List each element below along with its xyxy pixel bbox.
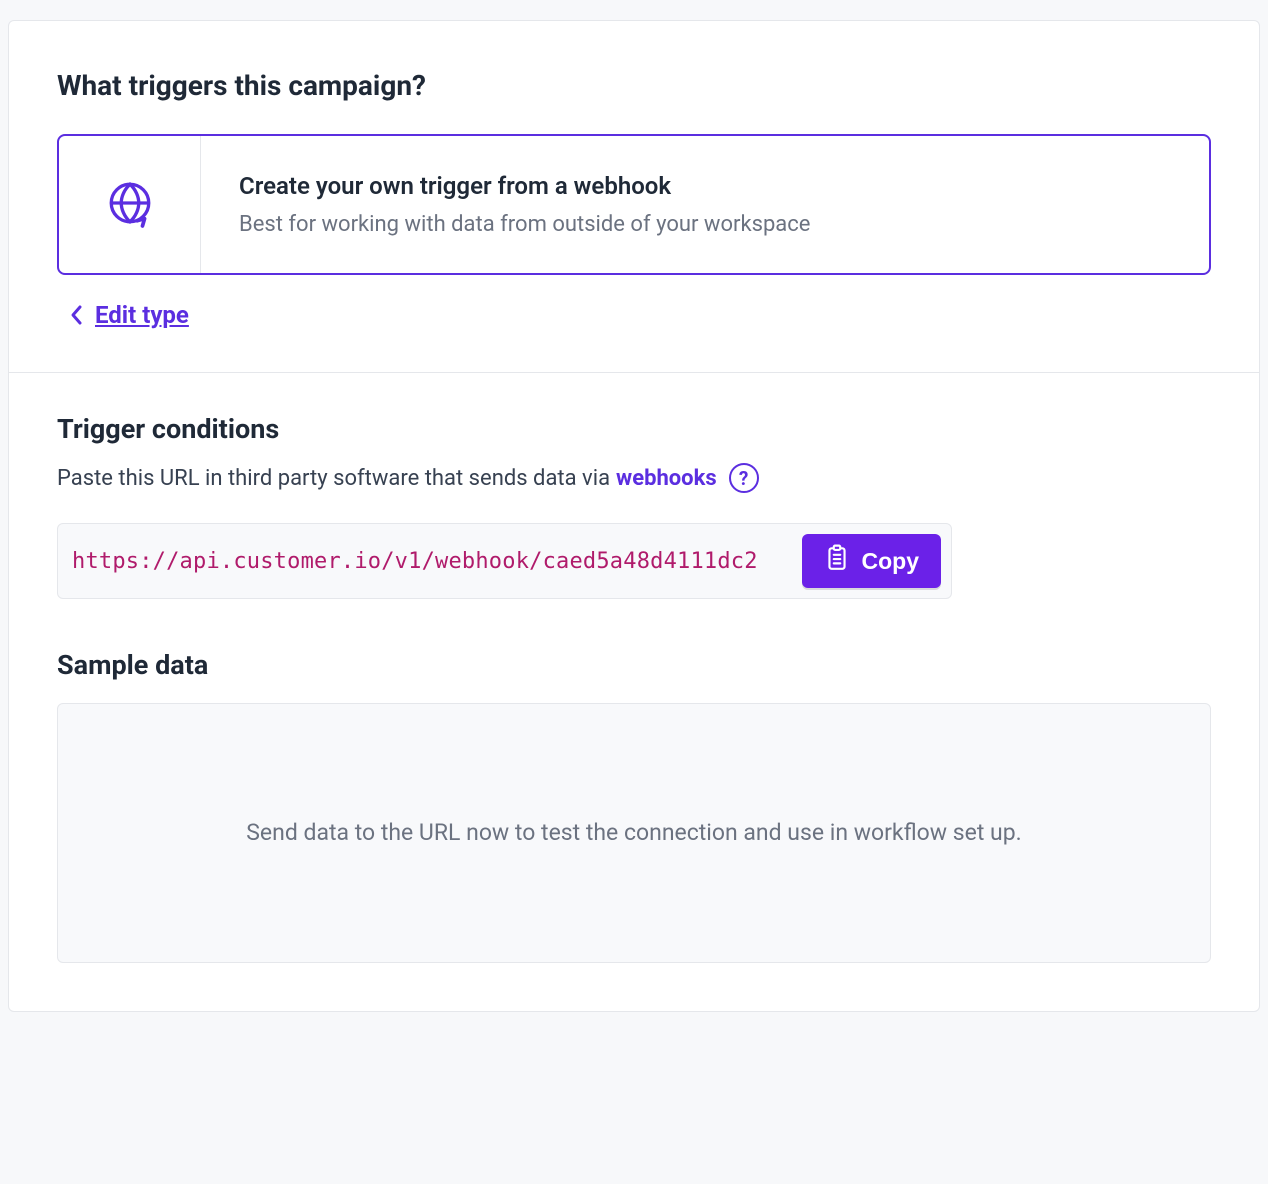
globe-webhook-icon xyxy=(105,178,155,232)
trigger-text: Create your own trigger from a webhook B… xyxy=(201,136,1209,273)
clipboard-icon xyxy=(824,544,850,578)
conditions-title: Trigger conditions xyxy=(57,413,1211,445)
campaign-trigger-panel: What triggers this campaign? Create your… xyxy=(8,20,1260,1012)
edit-type-link[interactable]: Edit type xyxy=(57,301,189,329)
webhook-url-row: https://api.customer.io/v1/webhook/caed5… xyxy=(57,523,952,599)
conditions-description: Paste this URL in third party software t… xyxy=(57,463,1211,493)
trigger-card-title: Create your own trigger from a webhook xyxy=(239,172,1171,200)
webhook-url[interactable]: https://api.customer.io/v1/webhook/caed5… xyxy=(72,549,758,574)
conditions-desc-text: Paste this URL in third party software t… xyxy=(57,466,610,491)
chevron-left-icon xyxy=(69,302,85,328)
sample-data-box: Send data to the URL now to test the con… xyxy=(57,703,1211,963)
copy-button[interactable]: Copy xyxy=(802,534,942,588)
trigger-conditions-section: Trigger conditions Paste this URL in thi… xyxy=(9,373,1259,1011)
trigger-type-card[interactable]: Create your own trigger from a webhook B… xyxy=(57,134,1211,275)
trigger-type-section: What triggers this campaign? Create your… xyxy=(9,21,1259,372)
edit-type-label: Edit type xyxy=(95,301,189,329)
page-title: What triggers this campaign? xyxy=(57,69,1211,102)
sample-data-title: Sample data xyxy=(57,649,1211,681)
trigger-card-subtitle: Best for working with data from outside … xyxy=(239,212,1171,237)
trigger-icon-wrap xyxy=(59,136,201,273)
copy-button-label: Copy xyxy=(862,548,920,575)
help-icon[interactable]: ? xyxy=(729,463,759,493)
sample-data-placeholder: Send data to the URL now to test the con… xyxy=(246,815,1021,852)
webhooks-link[interactable]: webhooks xyxy=(616,466,717,491)
